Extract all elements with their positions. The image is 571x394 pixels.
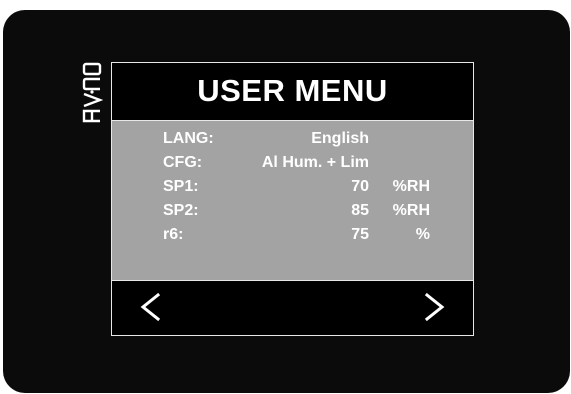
param-unit: % [415, 226, 430, 243]
param-row-r6[interactable]: r6: 75 % [112, 223, 473, 247]
next-button[interactable] [421, 289, 449, 325]
param-value: English [311, 130, 369, 147]
param-row-lang[interactable]: LANG: English [112, 127, 473, 151]
device-bezel: USER MENU LANG: English CFG: Al Hum. + L… [3, 10, 570, 393]
lcd-screen: USER MENU LANG: English CFG: Al Hum. + L… [111, 62, 474, 336]
param-unit: %RH [392, 202, 430, 219]
param-label: CFG: [163, 154, 203, 171]
param-value: 75 [351, 226, 369, 243]
menu-title: USER MENU [197, 73, 388, 108]
chevron-right-icon [424, 292, 445, 322]
param-unit: %RH [392, 178, 430, 195]
evco-logo [82, 62, 103, 123]
param-label: LANG: [163, 130, 214, 147]
param-value: 85 [351, 202, 369, 219]
param-label: SP1: [163, 178, 199, 195]
param-row-sp2[interactable]: SP2: 85 %RH [112, 199, 473, 223]
param-row-cfg[interactable]: CFG: Al Hum. + Lim [112, 151, 473, 175]
prev-button[interactable] [136, 289, 164, 325]
param-label: SP2: [163, 202, 199, 219]
param-value: 70 [351, 178, 369, 195]
param-row-sp1[interactable]: SP1: 70 %RH [112, 175, 473, 199]
param-label: r6: [163, 226, 184, 243]
nav-divider [112, 280, 473, 281]
parameter-panel: LANG: English CFG: Al Hum. + Lim SP1: 70… [112, 121, 473, 280]
param-value: Al Hum. + Lim [261, 154, 369, 171]
chevron-left-icon [140, 292, 161, 322]
